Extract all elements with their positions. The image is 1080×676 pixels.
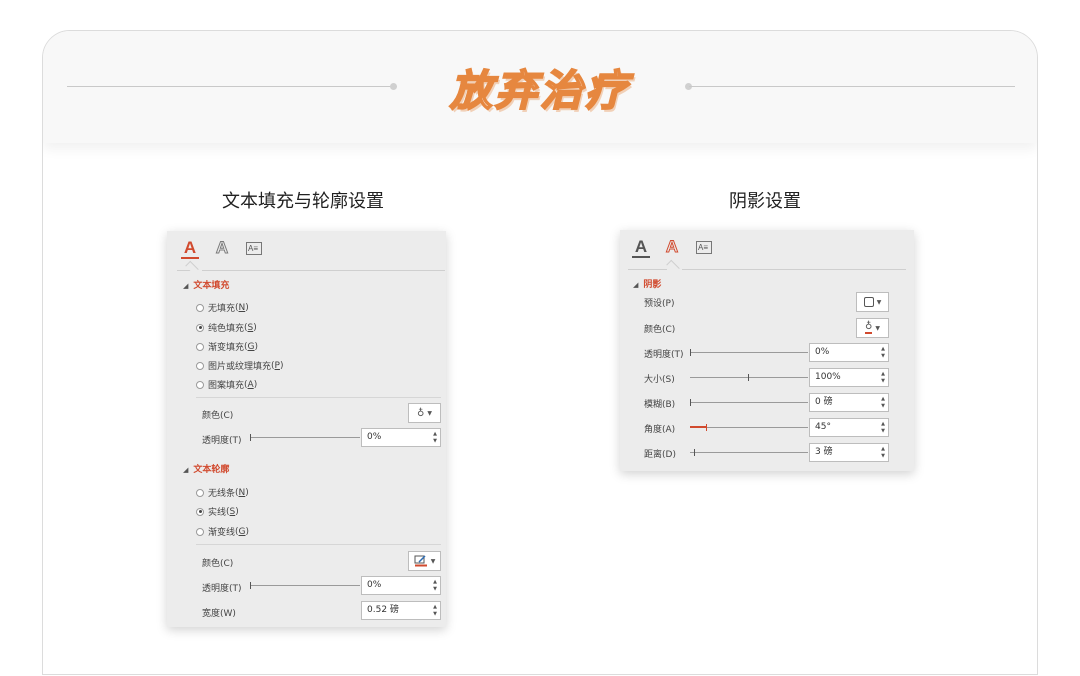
shadow-distance-input[interactable]: 3 磅 ▲ ▼: [809, 443, 889, 462]
header-divider-right: [689, 86, 1015, 87]
shadow-group-header[interactable]: ◢ 阴影: [633, 277, 661, 290]
slider-handle[interactable]: [250, 434, 251, 441]
chevron-down-icon: ▼: [427, 409, 432, 417]
right-section-title: 阴影设置: [729, 191, 801, 212]
spinner-arrows-icon[interactable]: ▲ ▼: [881, 446, 885, 460]
left-section-title: 文本填充与轮廓设置: [222, 191, 384, 212]
outline-color-label: 颜色(C): [202, 559, 234, 569]
outline-transparency-label: 透明度(T): [202, 584, 242, 594]
tab-text-fill[interactable]: A: [630, 236, 652, 258]
shadow-blur-input[interactable]: 0 磅 ▲ ▼: [809, 393, 889, 412]
shadow-distance-label: 距离(D): [644, 450, 676, 460]
slider-fill: [690, 426, 706, 428]
paint-bucket-icon: ♁: [417, 407, 425, 419]
width-input[interactable]: 0.52 磅 ▲ ▼: [361, 601, 441, 620]
outline-option-none[interactable]: 无线条(N): [196, 486, 249, 499]
chevron-down-icon: ▼: [875, 324, 880, 332]
tab-text-effects[interactable]: A: [211, 237, 233, 259]
shadow-transparency-label: 透明度(T): [644, 350, 684, 360]
text-box-icon: A≡: [696, 240, 712, 254]
fill-option-none[interactable]: 无填充(N): [196, 301, 249, 314]
shadow-blur-slider[interactable]: [690, 402, 808, 403]
fill-option-pattern[interactable]: 图案填充(A): [196, 378, 257, 391]
fill-color-button[interactable]: ♁ ▼: [408, 403, 441, 423]
collapse-triangle-icon: ◢: [183, 282, 189, 290]
panel-tabs: A A A≡: [620, 230, 914, 274]
spinner-arrows-icon[interactable]: ▲ ▼: [881, 421, 885, 435]
shadow-size-slider[interactable]: [690, 377, 808, 378]
tab-text-effects[interactable]: A: [661, 236, 683, 258]
shadow-angle-input[interactable]: 45° ▲ ▼: [809, 418, 889, 437]
slider-handle[interactable]: [694, 449, 695, 456]
shadow-size-input[interactable]: 100% ▲ ▼: [809, 368, 889, 387]
outline-option-solid[interactable]: 实线(S): [196, 505, 239, 518]
slider-handle[interactable]: [706, 424, 707, 431]
shadow-size-label: 大小(S): [644, 375, 675, 385]
shadow-blur-label: 模糊(B): [644, 400, 676, 410]
header-banner: 放弃治疗: [43, 31, 1037, 143]
fill-group-header[interactable]: ◢ 文本填充: [183, 278, 229, 291]
outline-color-button[interactable]: ▼: [408, 551, 441, 571]
tab-text-box[interactable]: A≡: [693, 236, 715, 258]
text-box-icon: A≡: [246, 241, 262, 255]
tab-text-fill[interactable]: A: [179, 237, 201, 259]
fill-transparency-label: 透明度(T): [202, 436, 242, 446]
slider-handle[interactable]: [250, 582, 251, 589]
spinner-arrows-icon[interactable]: ▲ ▼: [881, 371, 885, 385]
spinner-arrows-icon[interactable]: ▲ ▼: [881, 396, 885, 410]
outline-option-gradient[interactable]: 渐变线(G): [196, 525, 249, 538]
spinner-arrows-icon[interactable]: ▲ ▼: [881, 346, 885, 360]
header-title: 放弃治疗: [449, 65, 630, 116]
slider-handle[interactable]: [748, 374, 749, 381]
shadow-transparency-slider[interactable]: [690, 352, 808, 353]
spinner-arrows-icon[interactable]: ▲ ▼: [433, 579, 437, 593]
pen-icon: [414, 555, 427, 567]
text-fill-icon: A: [183, 238, 197, 257]
collapse-triangle-icon: ◢: [633, 281, 639, 289]
slider-handle[interactable]: [690, 399, 691, 406]
text-outline-icon: A: [215, 238, 229, 258]
shadow-angle-slider[interactable]: [690, 427, 808, 428]
shadow-panel: A A A≡ ◢ 阴影 预设(P) ▼ 颜色(C) ♁ ▼ 透明度(T) 0% ▲ ▼…: [620, 230, 914, 471]
chevron-down-icon: ▼: [430, 557, 436, 565]
text-fill-outline-panel: A A A≡ ◢ 文本填充 无填充(N) 纯色填充(S) 渐变填充(G) 图片或纹…: [167, 231, 446, 627]
fill-color-label: 颜色(C): [202, 411, 234, 421]
width-label: 宽度(W): [202, 609, 236, 619]
outline-transparency-slider[interactable]: [250, 585, 360, 586]
shadow-transparency-input[interactable]: 0% ▲ ▼: [809, 343, 889, 362]
fill-option-picture[interactable]: 图片或纹理填充(P): [196, 359, 283, 372]
tab-text-box[interactable]: A≡: [243, 237, 265, 259]
shadow-preset-button[interactable]: ▼: [856, 292, 889, 312]
fill-option-gradient[interactable]: 渐变填充(G): [196, 340, 258, 353]
panel-tabs: A A A≡: [167, 231, 446, 275]
spinner-arrows-icon[interactable]: ▲ ▼: [433, 604, 437, 618]
text-effects-icon: A: [665, 237, 679, 257]
shadow-distance-slider[interactable]: [690, 452, 808, 453]
chevron-down-icon: ▼: [876, 298, 882, 306]
fill-transparency-slider[interactable]: [250, 437, 360, 438]
fill-transparency-input[interactable]: 0% ▲ ▼: [361, 428, 441, 447]
paint-bucket-icon: ♁: [865, 321, 873, 334]
preset-square-icon: [863, 297, 874, 307]
shadow-angle-label: 角度(A): [644, 425, 676, 435]
shadow-color-label: 颜色(C): [644, 325, 676, 335]
collapse-triangle-icon: ◢: [183, 466, 189, 474]
spinner-arrows-icon[interactable]: ▲ ▼: [433, 431, 437, 445]
shadow-preset-label: 预设(P): [644, 299, 675, 309]
text-fill-icon: A: [634, 237, 648, 256]
shadow-color-button[interactable]: ♁ ▼: [856, 318, 889, 338]
fill-option-solid[interactable]: 纯色填充(S): [196, 321, 257, 334]
slider-handle[interactable]: [690, 349, 691, 356]
outline-transparency-input[interactable]: 0% ▲ ▼: [361, 576, 441, 595]
outline-group-header[interactable]: ◢ 文本轮廓: [183, 462, 229, 475]
